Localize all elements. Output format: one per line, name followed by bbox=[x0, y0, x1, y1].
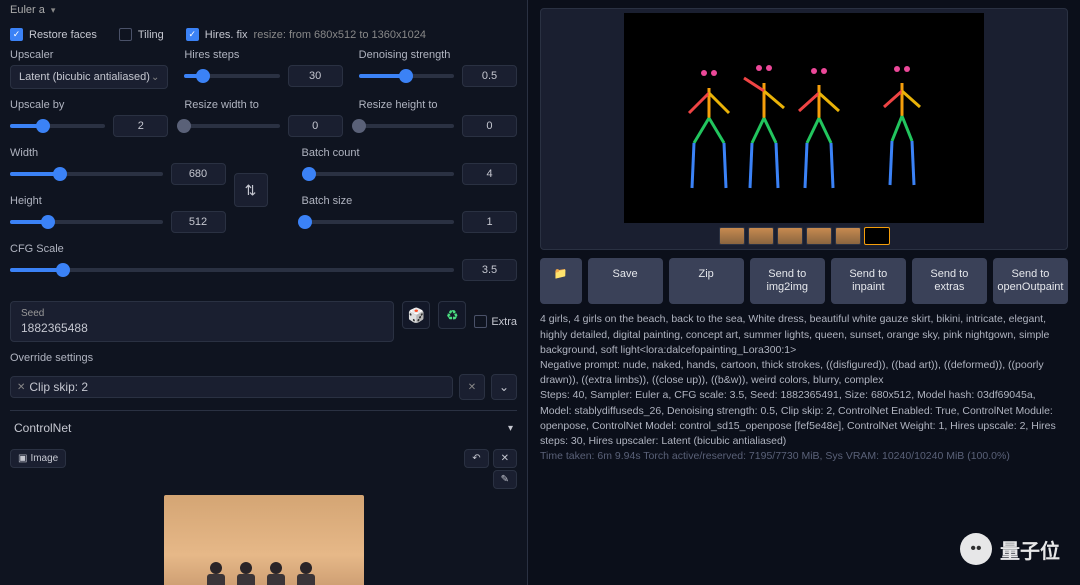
output-panel bbox=[540, 8, 1068, 250]
info-telemetry: Time taken: 6m 9.94s Torch active/reserv… bbox=[540, 449, 1068, 464]
height-value[interactable]: 512 bbox=[171, 211, 226, 233]
denoise-label: Denoising strength bbox=[359, 49, 517, 61]
width-label: Width bbox=[10, 147, 226, 159]
tiling-checkbox[interactable] bbox=[119, 28, 132, 41]
resize-h-slider[interactable] bbox=[359, 124, 454, 128]
denoise-slider[interactable] bbox=[359, 74, 454, 78]
width-slider[interactable] bbox=[10, 172, 163, 176]
batch-size-label: Batch size bbox=[302, 195, 518, 207]
hires-fix-checkbox[interactable]: ✓ bbox=[186, 28, 199, 41]
controlnet-accordion[interactable]: ControlNet ▾ bbox=[10, 410, 517, 443]
denoise-value[interactable]: 0.5 bbox=[462, 65, 517, 87]
tag-remove-icon[interactable]: ✕ bbox=[17, 382, 25, 393]
upscaler-select[interactable]: Latent (bicubic antialiased) ⌄ bbox=[10, 65, 168, 89]
override-dropdown-button[interactable]: ⌄ bbox=[491, 374, 517, 400]
override-tag[interactable]: ✕ Clip skip: 2 bbox=[10, 376, 453, 398]
controlnet-title: ControlNet bbox=[14, 421, 71, 435]
restore-faces-checkbox[interactable]: ✓ bbox=[10, 28, 23, 41]
upscale-by-value[interactable]: 2 bbox=[113, 115, 168, 137]
override-tag-text: Clip skip: 2 bbox=[29, 380, 88, 394]
watermark-icon: •• bbox=[960, 533, 992, 565]
undo-button[interactable]: ↶ bbox=[464, 449, 488, 468]
thumb-2[interactable] bbox=[748, 227, 774, 245]
image-tab-label: Image bbox=[30, 453, 58, 464]
override-clear-button[interactable]: ✕ bbox=[459, 374, 485, 400]
info-neg-prompt: Negative prompt: nude, naked, hands, car… bbox=[540, 358, 1068, 388]
seed-extra-checkbox[interactable] bbox=[474, 315, 487, 328]
chevron-down-icon: ⌄ bbox=[151, 72, 159, 83]
send-extras-button[interactable]: Send to extras bbox=[912, 258, 987, 304]
output-image[interactable] bbox=[624, 13, 984, 223]
resize-w-value[interactable]: 0 bbox=[288, 115, 343, 137]
edit-image-button[interactable]: ✎ bbox=[493, 470, 517, 489]
info-params: Steps: 40, Sampler: Euler a, CFG scale: … bbox=[540, 388, 1068, 449]
cfg-value[interactable]: 3.5 bbox=[462, 259, 517, 281]
resize-info: resize: from 680x512 to 1360x1024 bbox=[254, 29, 426, 41]
height-slider[interactable] bbox=[10, 220, 163, 224]
resize-h-value[interactable]: 0 bbox=[462, 115, 517, 137]
info-prompt: 4 girls, 4 girls on the beach, back to t… bbox=[540, 312, 1068, 358]
send-openoutpaint-button[interactable]: Send to openOutpaint bbox=[993, 258, 1068, 304]
thumb-6[interactable] bbox=[864, 227, 890, 245]
clear-image-button[interactable]: ✕ bbox=[493, 449, 517, 468]
accordion-toggle-icon: ▾ bbox=[508, 423, 513, 434]
swap-dims-button[interactable]: ⇅ bbox=[234, 173, 268, 207]
hires-steps-slider[interactable] bbox=[184, 74, 279, 78]
upscaler-value: Latent (bicubic antialiased) bbox=[19, 71, 150, 83]
thumb-1[interactable] bbox=[719, 227, 745, 245]
thumb-5[interactable] bbox=[835, 227, 861, 245]
batch-size-slider[interactable] bbox=[302, 220, 455, 224]
hires-fix-label: Hires. fix bbox=[205, 29, 248, 41]
watermark: •• 量子位 bbox=[960, 533, 1060, 565]
batch-size-value[interactable]: 1 bbox=[462, 211, 517, 233]
batch-count-slider[interactable] bbox=[302, 172, 455, 176]
seed-reuse-button[interactable]: ♻ bbox=[438, 301, 466, 329]
restore-faces-label: Restore faces bbox=[29, 29, 97, 41]
thumb-3[interactable] bbox=[777, 227, 803, 245]
output-thumbnails bbox=[545, 227, 1063, 245]
seed-label: Seed bbox=[21, 308, 383, 319]
open-folder-button[interactable]: 📁 bbox=[540, 258, 582, 304]
send-inpaint-button[interactable]: Send to inpaint bbox=[831, 258, 906, 304]
image-tab[interactable]: ▣ Image bbox=[10, 449, 66, 468]
sampler-crumb: Euler a ▾ bbox=[10, 0, 517, 20]
openpose-skeleton bbox=[624, 13, 984, 223]
seed-input[interactable]: 1882365488 bbox=[21, 321, 383, 335]
hires-check-row: ✓ Restore faces Tiling ✓ Hires. fix resi… bbox=[10, 20, 517, 49]
batch-count-value[interactable]: 4 bbox=[462, 163, 517, 185]
resize-w-slider[interactable] bbox=[184, 124, 279, 128]
action-row: 📁 Save Zip Send to img2img Send to inpai… bbox=[540, 258, 1068, 304]
batch-count-label: Batch count bbox=[302, 147, 518, 159]
hires-steps-value[interactable]: 30 bbox=[288, 65, 343, 87]
seed-extra-label: Extra bbox=[491, 316, 517, 328]
generation-info: 4 girls, 4 girls on the beach, back to t… bbox=[540, 312, 1068, 464]
image-icon: ▣ bbox=[18, 453, 27, 464]
tiling-label: Tiling bbox=[138, 29, 164, 41]
save-button[interactable]: Save bbox=[588, 258, 663, 304]
override-label: Override settings bbox=[10, 352, 517, 364]
resize-h-label: Resize height to bbox=[359, 99, 517, 111]
sampler-value: Euler a bbox=[10, 4, 45, 16]
cfg-slider[interactable] bbox=[10, 268, 454, 272]
thumb-4[interactable] bbox=[806, 227, 832, 245]
upscale-by-label: Upscale by bbox=[10, 99, 168, 111]
width-value[interactable]: 680 bbox=[171, 163, 226, 185]
seed-random-button[interactable]: 🎲 bbox=[402, 301, 430, 329]
watermark-text: 量子位 bbox=[1000, 535, 1060, 564]
controlnet-input-image[interactable] bbox=[164, 495, 364, 585]
upscale-by-slider[interactable] bbox=[10, 124, 105, 128]
zip-button[interactable]: Zip bbox=[669, 258, 744, 304]
height-label: Height bbox=[10, 195, 226, 207]
chevron-down-icon: ▾ bbox=[51, 5, 56, 16]
hires-steps-label: Hires steps bbox=[184, 49, 342, 61]
resize-w-label: Resize width to bbox=[184, 99, 342, 111]
send-img2img-button[interactable]: Send to img2img bbox=[750, 258, 825, 304]
cfg-label: CFG Scale bbox=[10, 243, 517, 255]
upscaler-label: Upscaler bbox=[10, 49, 168, 61]
